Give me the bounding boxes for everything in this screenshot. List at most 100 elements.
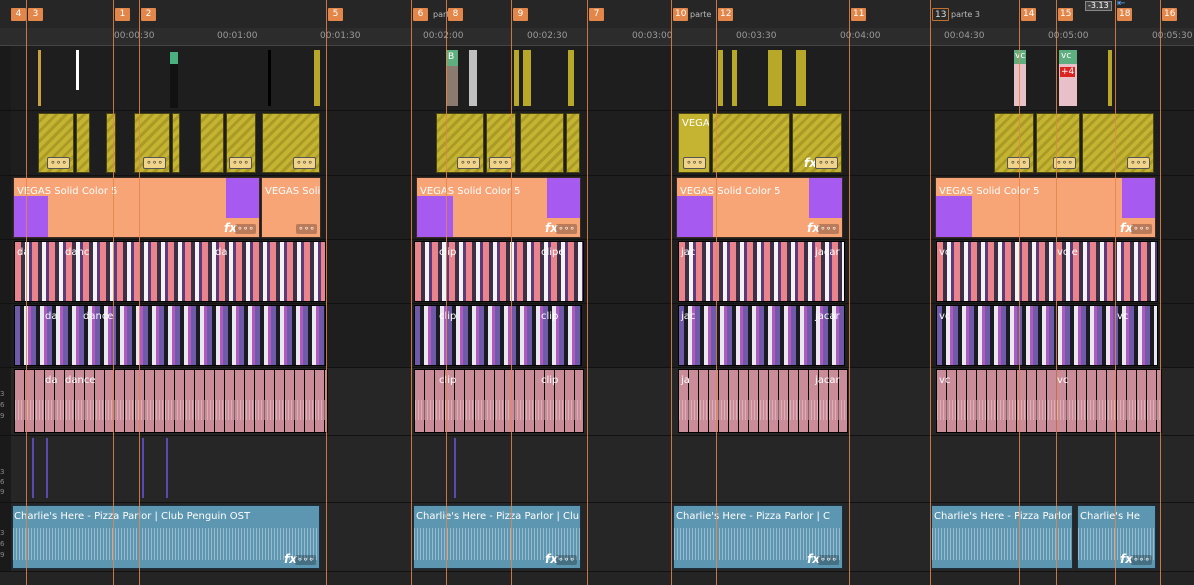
hatched-clip[interactable]: ∘∘∘ <box>1036 113 1080 173</box>
hatched-clip[interactable]: ∘∘∘ <box>1082 113 1154 173</box>
audio-event[interactable] <box>454 438 456 498</box>
video-clip[interactable]: jac jacar <box>678 241 845 302</box>
video-event[interactable] <box>170 52 178 108</box>
hatched-clip[interactable] <box>200 113 224 173</box>
marker-18[interactable]: 18 <box>1117 8 1133 21</box>
video-track-4[interactable]: da danc da clip clipe jac jacar vc vc e <box>0 240 1194 304</box>
clip-menu-icon[interactable]: ∘∘∘ <box>818 224 839 234</box>
audio-event[interactable] <box>46 438 48 498</box>
video-clip[interactable]: vc vc e <box>936 241 1158 302</box>
music-clip[interactable]: Charlie's Here - Pizza Parlor | Clu fx ∘… <box>413 505 581 569</box>
marker-2[interactable]: 2 <box>141 8 156 21</box>
video-track-5[interactable]: da dance clip clip jac jacar vc vc <box>0 304 1194 368</box>
audio-clip[interactable]: vc vc <box>936 369 1162 433</box>
audio-clip[interactable]: clip clip <box>414 369 584 433</box>
video-event[interactable] <box>796 50 806 106</box>
audio-track-1[interactable]: 3 6 9 da dance clip clip ja jacar vc vc <box>0 368 1194 436</box>
hatched-clip[interactable] <box>106 113 116 173</box>
video-event[interactable] <box>38 50 41 106</box>
clip-menu-icon[interactable]: ∘∘∘ <box>296 224 317 234</box>
music-clip[interactable]: Charlie's Here - Pizza Parlor | C fx ∘∘∘ <box>673 505 843 569</box>
clip-menu-icon[interactable]: ∘∘∘ <box>235 224 256 234</box>
clip-menu-icon[interactable]: ∘∘∘ <box>683 157 706 169</box>
video-event[interactable] <box>514 50 519 106</box>
solid-color-clip[interactable]: VEGAS Solid ∘∘∘ <box>261 177 321 238</box>
marker-4[interactable]: 4 <box>11 8 26 21</box>
video-clip[interactable]: jac jacar <box>678 305 845 366</box>
clip-menu-icon[interactable]: ∘∘∘ <box>143 157 166 169</box>
marker-9[interactable]: 9 <box>513 8 528 21</box>
video-clip[interactable]: vc vc <box>936 305 1158 366</box>
clip-menu-icon[interactable]: ∘∘∘ <box>1131 224 1152 234</box>
video-clip[interactable]: da dance <box>14 305 326 366</box>
video-event[interactable] <box>268 50 271 106</box>
audio-event[interactable] <box>32 438 34 498</box>
video-event[interactable] <box>523 50 531 106</box>
clip-menu-icon[interactable]: ∘∘∘ <box>295 555 316 565</box>
marker-14[interactable]: 14 <box>1021 8 1037 21</box>
marker-10[interactable]: 10 <box>673 8 689 21</box>
video-event[interactable] <box>314 50 320 106</box>
video-event[interactable]: vc +4 <box>1059 50 1077 106</box>
video-clip[interactable]: clip clipe <box>414 241 584 302</box>
clip-menu-icon[interactable]: ∘∘∘ <box>818 555 839 565</box>
video-event[interactable] <box>768 50 782 106</box>
hatched-clip[interactable] <box>712 113 790 173</box>
hatched-clip[interactable]: ∘∘∘ <box>436 113 484 173</box>
audio-clip[interactable]: ja jacar <box>678 369 848 433</box>
music-clip[interactable]: Charlie's Here - Pizza Parlor | T <box>931 505 1073 569</box>
video-track-1[interactable]: B vc vc +4 <box>0 46 1194 111</box>
music-clip[interactable]: Charlie's He fx ∘∘∘ <box>1077 505 1156 569</box>
hatched-clip[interactable]: ∘∘∘ <box>262 113 320 173</box>
solid-color-clip[interactable]: VEGAS Solid Color 5 fx ∘∘∘ <box>13 177 260 238</box>
marker-12[interactable]: 12 <box>718 8 734 21</box>
video-event[interactable] <box>732 50 737 106</box>
marker-7[interactable]: 7 <box>589 8 604 21</box>
marker-3[interactable]: 3 <box>28 8 43 21</box>
audio-event[interactable] <box>142 438 144 498</box>
video-event[interactable] <box>76 50 79 90</box>
marker-16[interactable]: 16 <box>1162 8 1178 21</box>
clip-menu-icon[interactable]: ∘∘∘ <box>556 224 577 234</box>
clip-menu-icon[interactable]: ∘∘∘ <box>229 157 252 169</box>
video-event[interactable] <box>568 50 574 106</box>
hatched-clip[interactable]: ∘∘∘ <box>226 113 256 173</box>
video-track-2[interactable]: ∘∘∘ ∘∘∘ ∘∘∘ ∘∘∘ ∘∘∘ ∘∘∘ VEGAS ∘∘∘ fx ∘∘∘… <box>0 111 1194 176</box>
solid-color-clip[interactable]: VEGAS Solid Color 5 fx ∘∘∘ <box>935 177 1156 238</box>
clip-menu-icon[interactable]: ∘∘∘ <box>1131 555 1152 565</box>
marker-15[interactable]: 15 <box>1058 8 1074 21</box>
video-event[interactable] <box>1108 50 1112 106</box>
clip-menu-icon[interactable]: ∘∘∘ <box>489 157 512 169</box>
clip-menu-icon[interactable]: ∘∘∘ <box>293 157 316 169</box>
clip-menu-icon[interactable]: ∘∘∘ <box>47 157 70 169</box>
music-clip[interactable]: Charlie's Here - Pizza Parlor | Club Pen… <box>12 505 320 569</box>
marker-5[interactable]: 5 <box>328 8 343 21</box>
hatched-clip[interactable] <box>566 113 580 173</box>
video-event[interactable]: vc <box>1014 50 1026 106</box>
marker-1[interactable]: 1 <box>115 8 130 21</box>
video-clip[interactable]: clip clip <box>414 305 582 366</box>
marker-6[interactable]: 6 <box>413 8 428 21</box>
hatched-clip[interactable] <box>172 113 180 173</box>
audio-event[interactable] <box>166 438 168 498</box>
hatched-clip[interactable]: fx ∘∘∘ <box>792 113 842 173</box>
marker-13[interactable]: 13 <box>932 8 950 21</box>
time-ruler[interactable]: 00:00:30 00:01:00 00:01:30 00:02:00 00:0… <box>0 28 1194 46</box>
video-event[interactable] <box>469 50 477 106</box>
hatched-clip[interactable]: ∘∘∘ <box>994 113 1034 173</box>
marker-8[interactable]: 8 <box>448 8 463 21</box>
video-clip[interactable]: da danc da <box>14 241 326 302</box>
solid-color-clip[interactable]: VEGAS Solid Color 5 fx ∘∘∘ <box>416 177 581 238</box>
solid-color-track[interactable]: VEGAS Solid Color 5 fx ∘∘∘ VEGAS Solid ∘… <box>0 176 1194 240</box>
hatched-clip[interactable] <box>520 113 564 173</box>
hatched-clip[interactable]: VEGAS ∘∘∘ <box>678 113 710 173</box>
clip-menu-icon[interactable]: ∘∘∘ <box>815 157 838 169</box>
clip-menu-icon[interactable]: ∘∘∘ <box>1127 157 1150 169</box>
music-track[interactable]: 3 6 9 Charlie's Here - Pizza Parlor | Cl… <box>0 503 1194 572</box>
video-event[interactable]: B <box>446 50 458 106</box>
hatched-clip[interactable] <box>76 113 90 173</box>
video-event[interactable] <box>718 50 723 106</box>
clip-menu-icon[interactable]: ∘∘∘ <box>556 555 577 565</box>
clip-menu-icon[interactable]: ∘∘∘ <box>457 157 480 169</box>
solid-color-clip[interactable]: VEGAS Solid Color 5 fx ∘∘∘ <box>676 177 843 238</box>
